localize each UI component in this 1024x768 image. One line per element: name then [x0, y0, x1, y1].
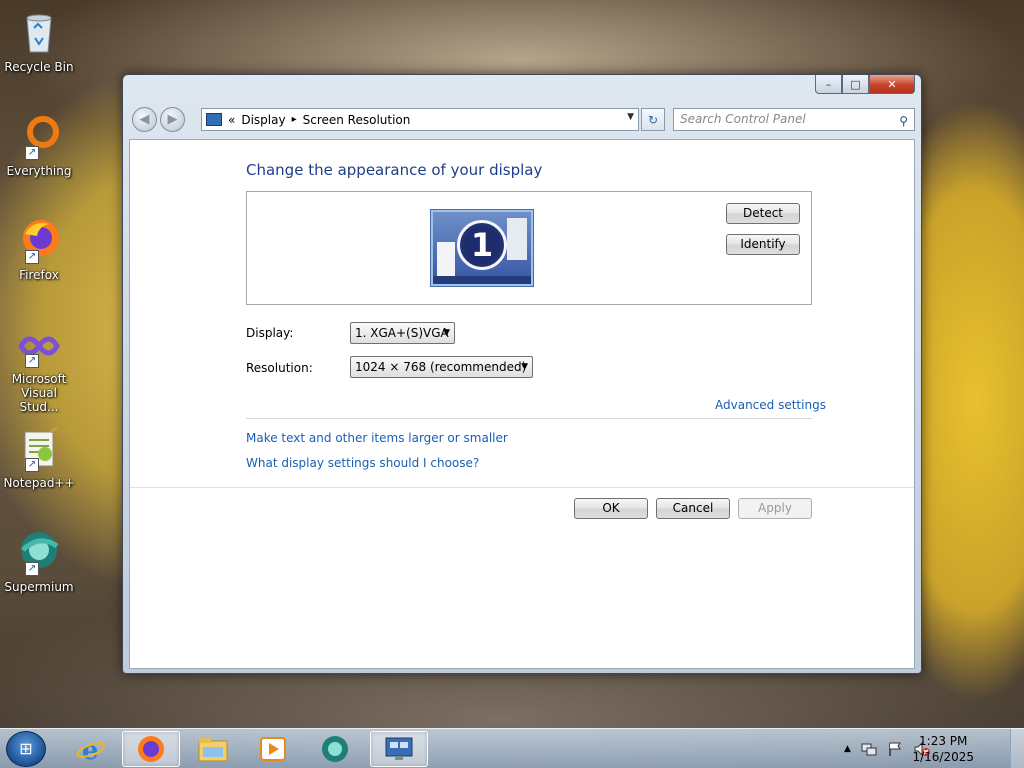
desktop-icon-label: Microsoft Visual Stud... — [11, 372, 67, 414]
monitor-window-graphic — [437, 242, 455, 276]
resolution-select-value: 1024 × 768 (recommended) — [355, 360, 527, 374]
display-label: Display: — [246, 326, 294, 340]
desktop-icon-label: Notepad++ — [3, 476, 75, 490]
everything-icon: ↗ — [15, 112, 63, 160]
display-settings-icon — [385, 737, 413, 760]
resolution-select[interactable]: 1024 × 768 (recommended) ▼ — [350, 356, 533, 378]
monitor-preview-panel: 1 Detect Identify — [246, 191, 812, 305]
taskbar-clock[interactable]: 1:23 PM 1/16/2025 — [912, 733, 974, 765]
taskbar-supermium[interactable] — [306, 731, 364, 767]
show-desktop-button[interactable] — [1010, 729, 1024, 768]
notepad-plus-plus-icon: ↗ — [15, 424, 63, 472]
tray-expand-icon[interactable]: ▲ — [844, 744, 851, 754]
footer-divider — [130, 487, 914, 488]
supermium-icon — [322, 736, 348, 762]
close-button[interactable]: ✕ — [869, 75, 915, 94]
chevron-down-icon: ▼ — [443, 328, 450, 338]
search-icon[interactable]: ⚲ — [899, 111, 908, 132]
desktop-icon-supermium[interactable]: ↗ Supermium — [2, 528, 76, 594]
search-placeholder: Search Control Panel — [680, 112, 806, 126]
monitor-number: 1 — [457, 220, 507, 270]
minimize-button[interactable]: – — [815, 75, 842, 94]
maximize-button[interactable]: □ — [842, 75, 869, 94]
desktop-icon-recycle-bin[interactable]: Recycle Bin — [2, 8, 76, 74]
apply-button[interactable]: Apply — [738, 498, 812, 519]
screen-resolution-window: – □ ✕ ◀ ▶ « Display ▸ Screen Resolution … — [122, 74, 922, 674]
taskbar-file-explorer[interactable] — [184, 731, 242, 767]
media-player-icon — [260, 737, 286, 761]
detect-button[interactable]: Detect — [726, 203, 800, 224]
internet-explorer-icon: e — [76, 736, 106, 764]
shortcut-arrow-icon: ↗ — [25, 354, 39, 368]
shortcut-arrow-icon: ↗ — [25, 250, 39, 264]
desktop-icon-label: Firefox — [19, 268, 59, 282]
firefox-icon: ↗ — [15, 216, 63, 264]
folder-icon — [198, 738, 228, 762]
resolution-label: Resolution: — [246, 361, 313, 375]
refresh-button[interactable]: ↻ — [641, 108, 665, 131]
shortcut-arrow-icon: ↗ — [25, 146, 39, 160]
desktop-icon-label: Supermium — [4, 580, 74, 594]
forward-button[interactable]: ▶ — [160, 107, 185, 132]
clock-date: 1/16/2025 — [912, 750, 974, 764]
address-bar[interactable]: « Display ▸ Screen Resolution ▼ — [201, 108, 639, 131]
shortcut-arrow-icon: ↗ — [25, 562, 39, 576]
content-pane: Change the appearance of your display 1 … — [129, 139, 915, 669]
taskbar-internet-explorer[interactable]: e — [62, 731, 120, 767]
breadcrumb-separator[interactable]: ▸ — [292, 114, 297, 125]
desktop-icon-label: Everything — [6, 164, 72, 178]
section-divider — [246, 418, 812, 419]
display-help-link[interactable]: What display settings should I choose? — [246, 456, 479, 470]
identify-button[interactable]: Identify — [726, 234, 800, 255]
caption-buttons: – □ ✕ — [815, 75, 915, 94]
monitor-taskbar-graphic — [433, 276, 531, 284]
clock-time: 1:23 PM — [919, 734, 968, 748]
address-dropdown-icon[interactable]: ▼ — [627, 112, 634, 122]
page-title: Change the appearance of your display — [246, 161, 543, 179]
advanced-settings-link[interactable]: Advanced settings — [715, 398, 826, 412]
recycle-bin-icon — [15, 8, 63, 56]
firefox-icon — [138, 736, 164, 762]
desktop-icon-firefox[interactable]: ↗ Firefox — [2, 216, 76, 282]
cancel-button[interactable]: Cancel — [656, 498, 730, 519]
svg-text:e: e — [82, 736, 99, 764]
display-select-value: 1. XGA+(S)VGA — [355, 326, 449, 340]
taskbar-firefox[interactable] — [122, 731, 180, 767]
taskbar-control-panel[interactable] — [370, 731, 428, 767]
address-prefix[interactable]: « — [228, 113, 235, 127]
navigation-bar: ◀ ▶ « Display ▸ Screen Resolution ▼ ↻ Se… — [129, 107, 915, 133]
text-size-link[interactable]: Make text and other items larger or smal… — [246, 431, 508, 445]
taskbar: ⊞ e ▲ 1:23 PM 1/16/2025 — [0, 728, 1024, 768]
taskbar-media-player[interactable] — [244, 731, 302, 767]
search-input[interactable]: Search Control Panel ⚲ — [673, 108, 915, 131]
ok-button[interactable]: OK — [574, 498, 648, 519]
desktop-icon-label: Recycle Bin — [4, 60, 74, 74]
supermium-icon: ↗ — [15, 528, 63, 576]
breadcrumb-screen-resolution[interactable]: Screen Resolution — [303, 113, 411, 127]
monitor-window-graphic — [507, 218, 527, 260]
display-select[interactable]: 1. XGA+(S)VGA ▼ — [350, 322, 455, 344]
breadcrumb-display[interactable]: Display — [241, 113, 285, 127]
shortcut-arrow-icon: ↗ — [25, 458, 39, 472]
desktop-icon-everything[interactable]: ↗ Everything — [2, 112, 76, 178]
chevron-down-icon: ▼ — [521, 362, 528, 372]
back-button[interactable]: ◀ — [132, 107, 157, 132]
visual-studio-icon: ↗ — [15, 320, 63, 368]
start-button[interactable]: ⊞ — [6, 731, 46, 767]
action-center-flag-icon[interactable] — [887, 741, 903, 757]
control-panel-icon — [206, 113, 222, 126]
network-icon[interactable] — [861, 741, 877, 757]
desktop-icon-visual-studio[interactable]: ↗ Microsoft Visual Stud... — [2, 320, 76, 414]
desktop-icon-notepad-plus-plus[interactable]: ↗ Notepad++ — [2, 424, 76, 490]
monitor-1-tile[interactable]: 1 — [431, 210, 533, 286]
